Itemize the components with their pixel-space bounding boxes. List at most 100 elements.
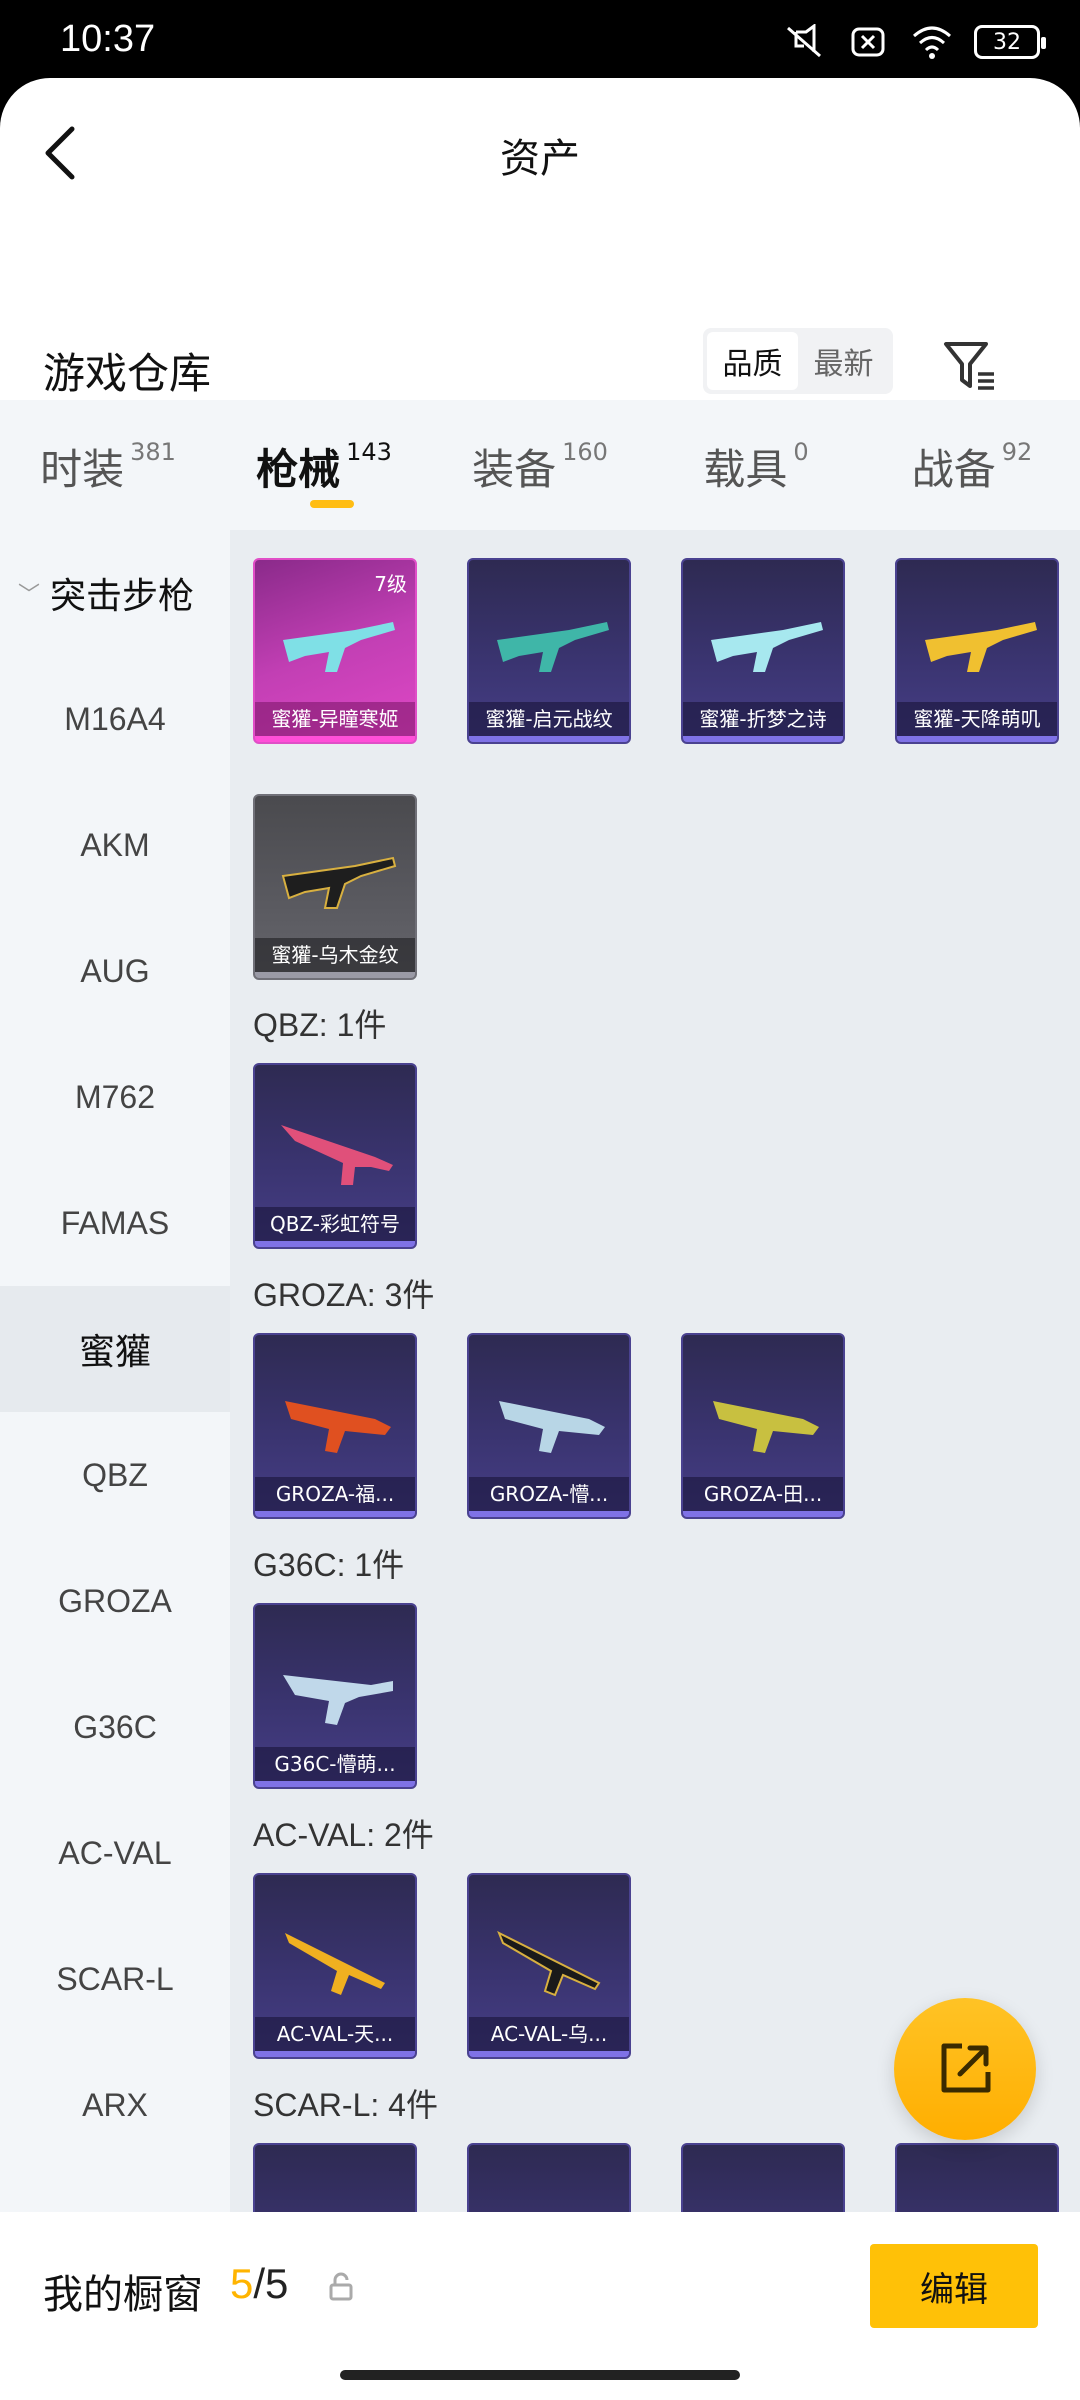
status-bar: 10:37 32 [0, 0, 1080, 80]
rarity-bar [255, 1511, 415, 1517]
share-button[interactable] [894, 1998, 1036, 2140]
rifle-icon [711, 622, 823, 672]
rarity-bar [255, 2051, 415, 2057]
rarity-bar [469, 2051, 629, 2057]
rarity-bar [897, 736, 1057, 742]
weapon-name: GROZA-田... [683, 1477, 843, 1511]
rifle-icon [283, 622, 395, 672]
home-indicator[interactable] [340, 2370, 740, 2380]
section-label-scar-l: SCAR-L: 4件 [253, 2087, 438, 2123]
weapon-card[interactable]: AC-VAL-乌... [467, 1873, 631, 2059]
showcase-total: /5 [253, 2260, 289, 2307]
tab-equipment[interactable]: 装备 160 [432, 400, 648, 530]
weapon-sidebar: ﹀ 突击步枪 M16A4 AKM AUG M762 FAMAS 蜜獾 QBZ GR… [0, 530, 230, 2290]
weapon-name: GROZA-福... [255, 1477, 415, 1511]
weapon-name: 蜜獾-启元战纹 [469, 702, 629, 736]
rarity-bar [255, 972, 415, 978]
weapon-name: G36C-懵萌... [255, 1747, 415, 1781]
sidebar-item-arx[interactable]: ARX [0, 2042, 230, 2168]
tab-count: 381 [130, 438, 176, 466]
edit-button[interactable]: 编辑 [870, 2244, 1038, 2328]
category-tabs: 时装 381 枪械 143 装备 160 载具 0 战备 92 [0, 400, 1080, 530]
weapon-name: AC-VAL-天... [255, 2017, 415, 2051]
weapon-name: 蜜獾-乌木金纹 [255, 938, 415, 972]
rarity-bar [469, 736, 629, 742]
page-title: 资产 [500, 136, 580, 182]
sidebar-item-m762[interactable]: M762 [0, 1034, 230, 1160]
tab-label: 载具 [703, 445, 788, 494]
tab-label: 装备 [472, 445, 557, 494]
weapon-name: QBZ-彩虹符号 [255, 1207, 415, 1241]
weapon-card[interactable]: GROZA-福... [253, 1333, 417, 1519]
sort-newest-button[interactable]: 最新 [798, 332, 889, 390]
sidebar-item-g36c[interactable]: G36C [0, 1664, 230, 1790]
weapon-name: 蜜獾-异瞳寒姬 [255, 702, 415, 736]
header: 资产 [0, 78, 1080, 228]
sidebar-item-famas[interactable]: FAMAS [0, 1160, 230, 1286]
sidebar-item-scar-l[interactable]: SCAR-L [0, 1916, 230, 2042]
sidebar-item-akm[interactable]: AKM [0, 782, 230, 908]
weapon-card[interactable]: GROZA-懵... [467, 1333, 631, 1519]
chevron-down-icon: ﹀ [18, 582, 41, 607]
weapon-name: 蜜獾-天降萌叽 [897, 702, 1057, 736]
tab-count: 143 [346, 438, 392, 466]
weapon-card[interactable]: GROZA-田... [681, 1333, 845, 1519]
sidebar-item-ac-val[interactable]: AC-VAL [0, 1790, 230, 1916]
tab-label: 战备 [911, 445, 996, 494]
weapon-card[interactable]: 蜜獾-启元战纹 [467, 558, 631, 744]
tab-fashion[interactable]: 时装 381 [0, 400, 216, 530]
sidebar-group-assault-rifles[interactable]: ﹀ 突击步枪 [0, 530, 230, 656]
rarity-bar [683, 1511, 843, 1517]
showcase-current: 5 [230, 2260, 254, 2307]
sidebar-item-groza[interactable]: GROZA [0, 1538, 230, 1664]
tab-count: 160 [562, 438, 608, 466]
level-badge: 7级 [374, 572, 407, 596]
rifle-icon [283, 1675, 393, 1725]
weapon-card[interactable]: 7级 蜜獾-异瞳寒姬 [253, 558, 417, 744]
tab-guns[interactable]: 枪械 143 [216, 400, 432, 530]
filter-icon [944, 342, 994, 390]
status-time: 10:37 [60, 18, 156, 60]
tab-supplies[interactable]: 战备 92 [864, 400, 1080, 530]
weapon-card[interactable]: 蜜獾-乌木金纹 [253, 794, 417, 980]
sort-quality-button[interactable]: 品质 [707, 332, 798, 390]
weapon-card[interactable]: 蜜獾-折梦之诗 [681, 558, 845, 744]
rarity-bar [255, 1781, 415, 1787]
rifle-icon [925, 622, 1037, 672]
filter-button[interactable] [940, 336, 1000, 396]
rarity-bar [255, 1241, 415, 1247]
showcase-label: 我的橱窗 [43, 2272, 203, 2318]
tab-count: 0 [793, 438, 809, 466]
rifle-icon [281, 856, 397, 909]
sidebar-item-honeybadger[interactable]: 蜜獾 [0, 1286, 230, 1412]
mute-icon [782, 22, 826, 62]
rifle-icon [285, 1401, 391, 1453]
share-icon [941, 2043, 991, 2093]
sidebar-group-label: 突击步枪 [50, 575, 195, 616]
showcase-bar: 我的橱窗 5/5 编辑 [0, 2212, 1080, 2400]
sidebar-item-qbz[interactable]: QBZ [0, 1412, 230, 1538]
weapon-name: 蜜獾-折梦之诗 [683, 702, 843, 736]
sort-toggle: 品质 最新 [703, 328, 893, 394]
section-label-ac-val: AC-VAL: 2件 [253, 1817, 434, 1853]
weapon-name: GROZA-懵... [469, 1477, 629, 1511]
tab-label: 枪械 [256, 445, 341, 494]
weapon-card[interactable]: AC-VAL-天... [253, 1873, 417, 2059]
rarity-bar [683, 736, 843, 742]
warehouse-title: 游戏仓库 [43, 349, 212, 398]
sidebar-item-aug[interactable]: AUG [0, 908, 230, 1034]
tab-vehicles[interactable]: 载具 0 [648, 400, 864, 530]
rifle-icon [497, 1930, 601, 1997]
weapon-card[interactable]: QBZ-彩虹符号 [253, 1063, 417, 1249]
weapon-card[interactable]: 蜜獾-天降萌叽 [895, 558, 1059, 744]
weapon-card[interactable]: G36C-懵萌... [253, 1603, 417, 1789]
tab-count: 92 [1001, 438, 1033, 466]
battery-icon: 32 [974, 25, 1046, 59]
tab-label: 时装 [40, 445, 125, 494]
status-icons: 32 [782, 22, 1046, 62]
weapon-name: AC-VAL-乌... [469, 2017, 629, 2051]
rifle-icon [713, 1401, 819, 1453]
sidebar-item-m16a4[interactable]: M16A4 [0, 656, 230, 782]
rifle-icon [281, 1125, 393, 1185]
rifle-icon [285, 1933, 385, 1995]
